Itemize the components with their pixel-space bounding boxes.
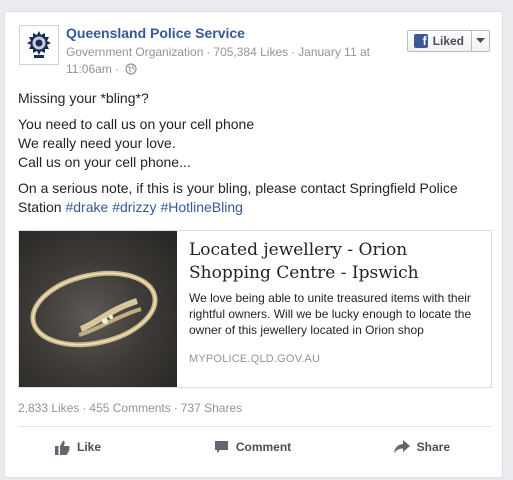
page-avatar[interactable] <box>19 25 59 65</box>
post-line-5: On a serious note, if this is your bling… <box>18 179 488 217</box>
link-preview-title[interactable]: Located jewellery - Orion Shopping Centr… <box>189 239 484 285</box>
police-badge-icon <box>27 31 51 58</box>
hashtag-link[interactable]: #drake <box>65 199 108 215</box>
facebook-icon: f <box>413 34 428 48</box>
post-line-4: Call us on your cell phone... <box>18 154 191 170</box>
page-like-count: 705,384 Likes <box>213 45 289 59</box>
share-button[interactable]: Share <box>318 427 492 467</box>
link-preview-card[interactable]: Located jewellery - Orion Shopping Centr… <box>18 230 492 388</box>
page-category: Government Organization <box>66 45 204 59</box>
link-preview-domain: MYPOLICE.QLD.GOV.AU <box>189 353 321 365</box>
post-text: Missing your *bling*? You need to call u… <box>18 89 488 224</box>
chevron-down-icon <box>476 38 485 43</box>
liked-button[interactable]: f Liked <box>408 31 471 51</box>
like-button[interactable]: Like <box>18 427 187 467</box>
liked-menu-button[interactable] <box>471 31 489 51</box>
hashtag-link[interactable]: #drizzy <box>112 199 156 215</box>
shares-count[interactable]: 737 Shares <box>181 401 242 415</box>
bangle-bracelet-image <box>30 270 158 348</box>
comment-button[interactable]: Comment <box>187 427 319 467</box>
share-label: Share <box>416 440 451 454</box>
link-preview-image[interactable] <box>19 231 177 387</box>
page-name-link[interactable]: Queensland Police Service <box>66 25 245 41</box>
post-line-1: Missing your *bling*? <box>18 90 149 106</box>
likes-count[interactable]: 2,833 Likes <box>18 401 79 415</box>
liked-button-group: f Liked <box>406 30 490 52</box>
comment-label: Comment <box>235 440 292 454</box>
post-actions-bar: Like Comment Share <box>18 427 492 467</box>
post-verse: You need to call us on your cell phone W… <box>18 115 488 172</box>
post-stats: 2,833 Likes · 455 Comments · 737 Shares <box>18 401 243 415</box>
post-line-2: You need to call us on your cell phone <box>18 116 255 132</box>
globe-icon[interactable] <box>125 63 137 75</box>
post-meta: Government Organization · 705,384 Likes · Ja… <box>66 45 370 76</box>
link-preview-description: We love being able to unite treasured it… <box>189 291 472 337</box>
post-line-3: We really need your love. <box>18 135 176 151</box>
comments-count[interactable]: 455 Comments <box>89 401 170 415</box>
comment-icon <box>214 441 228 453</box>
post-card: Queensland Police Service Government Org… <box>4 11 503 478</box>
hashtag-link[interactable]: #HotlineBling <box>160 199 243 215</box>
liked-label: Liked <box>432 34 464 48</box>
share-arrow-icon <box>393 440 410 454</box>
like-label: Like <box>77 440 102 454</box>
thumbs-up-icon <box>55 440 70 455</box>
